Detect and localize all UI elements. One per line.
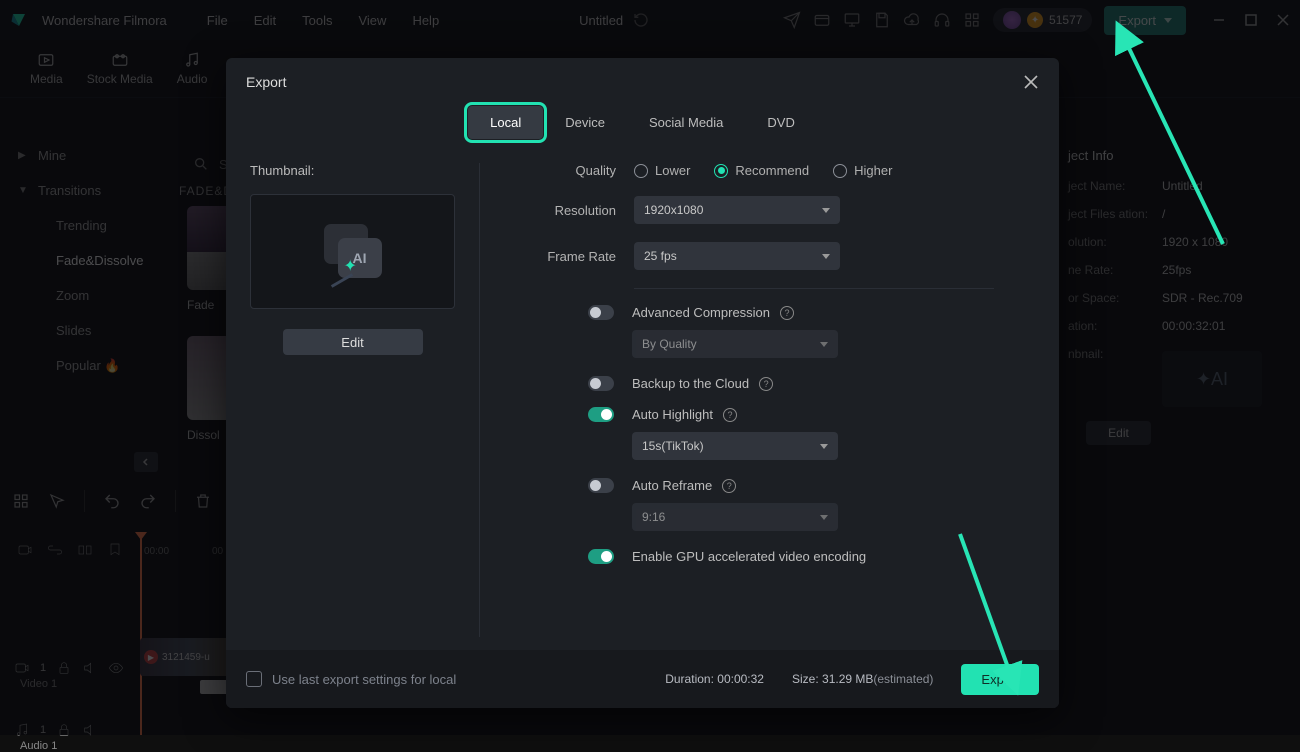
help-icon[interactable]: ?	[759, 377, 773, 391]
backup-cloud-label: Backup to the Cloud	[632, 376, 749, 391]
adv-compression-select[interactable]: By Quality	[632, 330, 838, 358]
size-info: Size: 31.29 MB(estimated)	[792, 672, 933, 686]
auto-reframe-toggle[interactable]	[588, 478, 614, 493]
adv-compression-label: Advanced Compression	[632, 305, 770, 320]
help-icon[interactable]: ?	[722, 479, 736, 493]
export-button[interactable]: Export	[961, 664, 1039, 695]
resolution-label: Resolution	[504, 203, 634, 218]
auto-highlight-select[interactable]: 15s(TikTok)	[632, 432, 838, 460]
adv-compression-toggle[interactable]	[588, 305, 614, 320]
auto-highlight-label: Auto Highlight	[632, 407, 713, 422]
use-last-settings-label: Use last export settings for local	[272, 672, 456, 687]
gpu-label: Enable GPU accelerated video encoding	[632, 549, 866, 564]
export-tab-dvd[interactable]: DVD	[745, 106, 816, 139]
export-tabs: Local Device Social Media DVD	[226, 106, 1059, 139]
quality-higher-radio[interactable]: Higher	[833, 163, 892, 178]
framerate-select[interactable]: 25 fps	[634, 242, 840, 270]
sparkle-icon: ✦	[344, 256, 357, 276]
thumbnail-edit-button[interactable]: Edit	[283, 329, 423, 355]
help-icon[interactable]: ?	[723, 408, 737, 422]
thumbnail-preview: AI ✦	[250, 194, 455, 309]
quality-lower-radio[interactable]: Lower	[634, 163, 690, 178]
auto-reframe-select[interactable]: 9:16	[632, 503, 838, 531]
duration-info: Duration: 00:00:32	[665, 672, 764, 686]
modal-title: Export	[246, 74, 286, 90]
help-icon[interactable]: ?	[780, 306, 794, 320]
export-tab-local[interactable]: Local	[468, 106, 543, 139]
use-last-settings-checkbox[interactable]	[246, 671, 262, 687]
quality-label: Quality	[504, 163, 634, 178]
export-tab-device[interactable]: Device	[543, 106, 627, 139]
gpu-toggle[interactable]	[588, 549, 614, 564]
export-tab-social[interactable]: Social Media	[627, 106, 745, 139]
export-modal: Export Local Device Social Media DVD Thu…	[226, 58, 1059, 708]
resolution-select[interactable]: 1920x1080	[634, 196, 840, 224]
framerate-label: Frame Rate	[504, 249, 634, 264]
backup-cloud-toggle[interactable]	[588, 376, 614, 391]
auto-reframe-label: Auto Reframe	[632, 478, 712, 493]
auto-highlight-toggle[interactable]	[588, 407, 614, 422]
thumbnail-label: Thumbnail:	[250, 163, 455, 178]
quality-recommend-radio[interactable]: Recommend	[714, 163, 809, 178]
modal-close-icon[interactable]	[1023, 74, 1039, 90]
